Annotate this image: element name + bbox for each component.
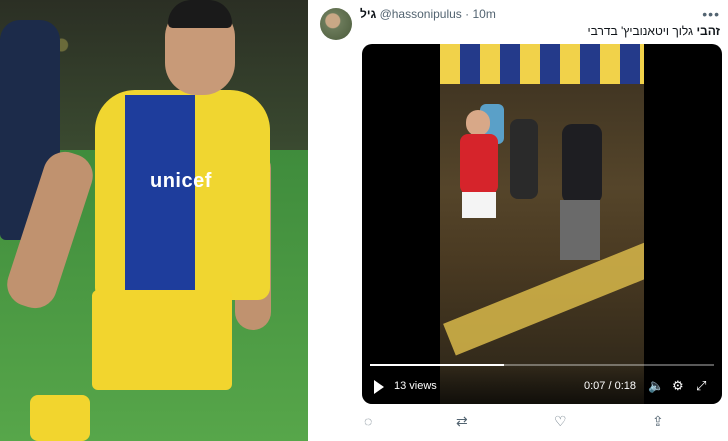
avatar[interactable]: [320, 8, 352, 40]
like-icon[interactable]: ♡: [554, 412, 567, 430]
screen: unicef גיל @hassonipulus · 10m ••• זהבי …: [0, 0, 728, 441]
tweet-header: גיל @hassonipulus · 10m: [360, 7, 496, 21]
timestamp[interactable]: 10m: [473, 7, 496, 21]
progress-fill: [370, 364, 505, 366]
video-kid-head: [466, 110, 490, 136]
photo-shorts: [92, 290, 232, 390]
video-frame: [440, 44, 644, 404]
share-icon[interactable]: ⇪: [652, 412, 664, 430]
video-tent: [440, 44, 644, 84]
photo-hair: [168, 0, 232, 28]
handle[interactable]: @hassonipulus: [380, 7, 462, 21]
separator: ·: [465, 7, 470, 21]
more-icon[interactable]: •••: [702, 6, 720, 22]
player-photo: unicef: [0, 0, 308, 441]
fullscreen-icon[interactable]: ⤢: [696, 378, 706, 394]
display-name[interactable]: גיל: [360, 7, 376, 21]
volume-icon[interactable]: 🔈: [648, 378, 664, 394]
photo-jersey-stripe: [125, 95, 195, 300]
tweet-text-body: גלוך ויטאנוביץ' בדרבי: [587, 24, 694, 38]
video-player[interactable]: 13 views 0:07 / 0:18 🔈 ⚙ ⤢: [362, 44, 722, 404]
video-person-right: [562, 124, 602, 204]
video-kid-shorts: [462, 192, 496, 218]
retweet-icon[interactable]: ⇄: [456, 412, 468, 430]
photo-sock: [30, 395, 90, 441]
tweet-text-bold: זהבי: [696, 24, 720, 38]
video-time: 0:07 / 0:18: [584, 380, 636, 392]
video-person-middle: [510, 119, 538, 199]
video-person-right-legs: [560, 200, 600, 260]
progress-bar[interactable]: [370, 364, 714, 366]
reply-icon[interactable]: ◌: [364, 412, 372, 430]
tweet-actions: ◌ ⇄ ♡ ⇪: [362, 412, 722, 432]
tweet-text: זהבי גלוך ויטאנוביץ' בדרבי: [588, 24, 721, 38]
play-icon[interactable]: [374, 380, 384, 394]
view-count: 13 views: [394, 380, 437, 392]
video-kid-shirt: [460, 134, 498, 194]
settings-icon[interactable]: ⚙: [672, 378, 684, 394]
video-floor-stripe: [443, 226, 644, 356]
tweet-card[interactable]: גיל @hassonipulus · 10m ••• זהבי גלוך וי…: [308, 0, 728, 441]
jersey-sponsor: unicef: [150, 170, 212, 192]
